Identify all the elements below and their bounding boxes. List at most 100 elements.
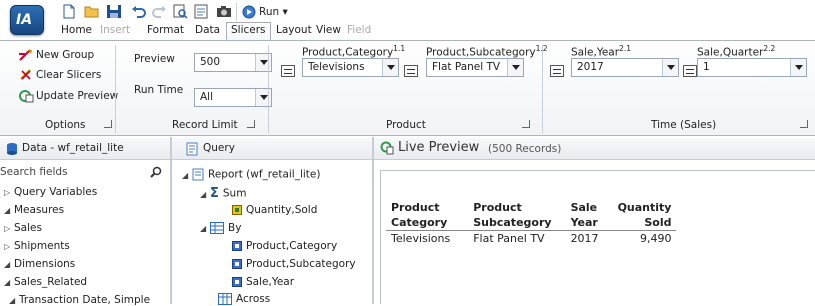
options-group-label: Options <box>45 119 86 131</box>
expand-arrow-icon: ▷ <box>4 224 11 233</box>
record-limit-dialog-launcher-icon[interactable] <box>247 120 255 128</box>
year-slicer-select[interactable]: 2017 <box>571 58 679 77</box>
data-panel-header: Data - wf_retail_lite <box>0 138 170 160</box>
preview-limit-select[interactable]: 500 <box>194 53 272 72</box>
tree-item-query-variables[interactable]: ▷ Query Variables <box>4 186 97 198</box>
quarter-slicer-value: 1 <box>703 61 710 73</box>
category-slicer-select[interactable]: Televisions <box>302 58 399 77</box>
table-cell[interactable]: Flat Panel TV <box>455 230 557 248</box>
collapse-arrow-icon: ◢ <box>200 189 207 199</box>
time-group-label: Time (Sales) <box>651 119 717 131</box>
sigma-icon: Σ <box>210 186 219 201</box>
print-preview-icon[interactable] <box>172 4 188 19</box>
database-icon <box>7 143 17 155</box>
subcategory-slicer-value: Flat Panel TV <box>432 61 501 73</box>
tab-data[interactable]: Data <box>195 24 220 36</box>
across-table-icon <box>218 293 232 305</box>
query-panel-header: Query <box>172 138 372 160</box>
ribbon: New Group Clear Slicers Update Preview O… <box>0 40 815 136</box>
tree-item-dimensions[interactable]: ◢ Dimensions <box>4 258 75 270</box>
product-group-label: Product <box>386 119 426 131</box>
search-fields-placeholder: Search fields <box>0 166 68 178</box>
run-menu-button[interactable]: Run ▾ <box>259 6 288 18</box>
expand-arrow-icon: ▷ <box>4 188 11 197</box>
dimension-field-icon <box>232 241 242 251</box>
query-by-node[interactable]: ◢ By <box>200 222 241 234</box>
tab-field[interactable]: Field <box>347 24 371 36</box>
camera-icon[interactable] <box>216 4 232 19</box>
subcategory-slicer-handle-icon[interactable] <box>404 65 418 77</box>
query-document-icon <box>186 142 198 156</box>
product-dialog-launcher-icon[interactable] <box>522 120 530 128</box>
redo-icon[interactable] <box>151 4 167 19</box>
save-icon[interactable] <box>106 4 122 19</box>
open-folder-icon[interactable] <box>84 4 100 19</box>
tree-item-sales[interactable]: ▷ Sales <box>4 222 42 234</box>
query-report-node[interactable]: ◢ Report (wf_retail_lite) <box>182 168 320 181</box>
new-document-icon[interactable] <box>61 4 77 19</box>
tree-item-measures[interactable]: ◢ Measures <box>4 204 64 216</box>
update-preview-button[interactable]: Update Preview <box>36 90 118 102</box>
chevron-down-icon <box>662 59 678 76</box>
search-icon[interactable] <box>150 166 162 178</box>
tree-item-transaction-date[interactable]: ◢ Transaction Date, Simple <box>9 294 150 306</box>
run-time-limit-select[interactable]: All <box>194 88 272 107</box>
tab-layout[interactable]: Layout <box>276 24 312 36</box>
document-icon[interactable] <box>193 4 209 19</box>
tab-view[interactable]: View <box>316 24 341 36</box>
tab-slicers[interactable]: Slicers <box>226 22 271 41</box>
tab-insert[interactable]: Insert <box>100 24 130 36</box>
table-cell[interactable]: 2017 <box>556 230 604 248</box>
quarter-slicer-handle-icon[interactable] <box>683 65 697 77</box>
quick-access-toolbar: IA Run ▾ <box>0 0 815 35</box>
year-slicer-handle-icon[interactable] <box>550 65 564 77</box>
collapse-arrow-icon: ◢ <box>4 278 11 287</box>
run-icon[interactable] <box>241 4 257 19</box>
ribbon-tabs: Home Insert Format Data Slicers Layout V… <box>0 22 815 41</box>
query-panel: Query ◢ Report (wf_retail_lite) ◢ Σ Sum Qua… <box>172 138 372 305</box>
query-dimension-field[interactable]: Product,Category <box>232 240 337 252</box>
clear-slicers-button[interactable]: Clear Slicers <box>36 69 101 81</box>
search-fields-input[interactable]: Search fields <box>0 165 168 181</box>
query-dimension-field[interactable]: Product,Subcategory <box>232 258 356 270</box>
tree-item-shipments[interactable]: ▷ Shipments <box>4 240 70 252</box>
new-group-button[interactable]: New Group <box>36 49 94 61</box>
live-preview-title: Live Preview <box>398 140 480 155</box>
tab-format[interactable]: Format <box>147 24 184 36</box>
measure-field-icon <box>232 205 242 215</box>
chevron-down-icon <box>790 59 806 76</box>
collapse-arrow-icon: ◢ <box>4 260 11 269</box>
ribbon-separator <box>268 45 269 133</box>
report-header-row: Product Category Product Subcategory Sale Y… <box>386 200 676 231</box>
table-cell[interactable]: 9,490 <box>603 230 677 248</box>
column-header[interactable]: Quantity Sold <box>604 200 677 231</box>
column-header[interactable]: Product Category <box>386 200 455 231</box>
time-dialog-launcher-icon[interactable] <box>800 120 808 128</box>
undo-icon[interactable] <box>131 4 147 19</box>
chevron-down-icon <box>382 59 398 76</box>
run-time-limit-value: All <box>200 91 214 103</box>
query-sum-node[interactable]: ◢ Σ Sum <box>200 186 246 201</box>
table-cell[interactable]: Televisions <box>386 230 456 248</box>
tree-item-sales-related[interactable]: ◢ Sales_Related <box>4 276 87 288</box>
collapse-arrow-icon: ◢ <box>200 224 207 233</box>
run-time-label: Run Time <box>134 84 184 96</box>
quarter-slicer-select[interactable]: 1 <box>697 58 807 77</box>
tab-home[interactable]: Home <box>61 24 92 36</box>
preview-label: Preview <box>134 53 175 65</box>
options-dialog-launcher-icon[interactable] <box>104 120 112 128</box>
by-table-icon <box>210 222 224 234</box>
subcategory-slicer-select[interactable]: Flat Panel TV <box>426 58 524 77</box>
dimension-field-icon <box>232 277 242 287</box>
subcategory-slicer-label: Product,Subcategory1.2 <box>426 44 548 59</box>
category-slicer-label: Product,Category1.1 <box>302 44 406 59</box>
category-slicer-value: Televisions <box>308 61 365 73</box>
column-header[interactable]: Sale Year <box>557 200 604 231</box>
data-panel-title: Data - wf_retail_lite <box>22 142 124 154</box>
toolbar-divider <box>236 3 237 21</box>
column-header[interactable]: Product Subcategory <box>455 200 556 231</box>
query-measure-field[interactable]: Quantity,Sold <box>232 204 317 216</box>
category-slicer-handle-icon[interactable] <box>281 65 295 77</box>
query-dimension-field[interactable]: Sale,Year <box>232 276 294 288</box>
query-across-node[interactable]: Across <box>218 293 270 305</box>
